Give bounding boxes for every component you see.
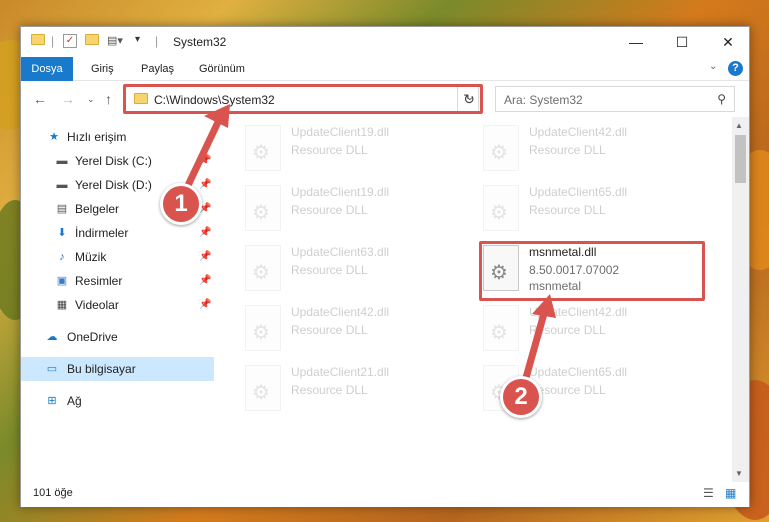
step-2-badge: 2 <box>500 376 542 418</box>
arrow-2-head <box>532 294 556 318</box>
step-1-badge: 1 <box>160 183 202 225</box>
annotation-arrows <box>178 104 556 396</box>
